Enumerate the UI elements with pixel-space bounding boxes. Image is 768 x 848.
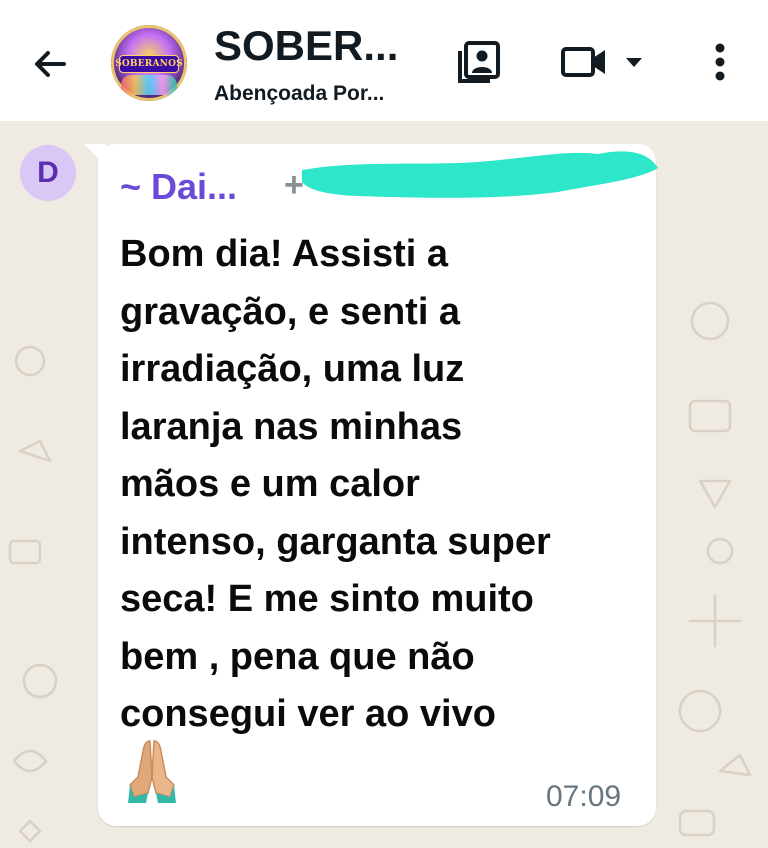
chat-header: SOBERANOS SOBER... Abençoada Por...: [0, 0, 768, 121]
folded-hands-icon: [128, 740, 176, 803]
video-call-button[interactable]: [556, 36, 652, 88]
more-options-button[interactable]: [698, 36, 742, 88]
sender-name[interactable]: ~ Dai...: [120, 166, 237, 208]
chat-title: SOBER...: [214, 22, 399, 69]
caret-down-icon: [626, 58, 642, 67]
message-line: seca! E me sinto muito: [120, 578, 534, 620]
message-line: bem , pena que não: [120, 635, 475, 678]
contact-card-icon: [458, 41, 500, 83]
arrow-left-icon: [35, 51, 66, 77]
message-line: irradiação, uma luz: [120, 348, 465, 390]
message-line: laranja nas minhas: [120, 405, 463, 448]
back-button[interactable]: [24, 38, 76, 90]
message-line: gravação, e senti a: [120, 290, 461, 333]
more-vert-icon: [715, 43, 725, 81]
message-line: Bom dia! Assisti a: [120, 233, 449, 275]
redaction-scribble: [302, 151, 658, 198]
avatar-figures: [121, 75, 177, 95]
chat-title-area[interactable]: SOBER... Abençoada Por...: [214, 22, 424, 112]
message-time: 07:09: [546, 780, 622, 813]
avatar-logo-text: SOBERANOS: [115, 55, 183, 73]
message-line: consegui ver ao vivo: [120, 693, 496, 735]
message-line: intenso, garganta super: [120, 520, 551, 563]
contact-card-button[interactable]: [453, 36, 505, 88]
message-text: Bom dia! Assisti a gravação, e senti a i…: [120, 226, 650, 744]
chat-subtitle: Abençoada Por...: [214, 82, 385, 105]
message-line: mãos e um calor: [120, 463, 420, 505]
group-avatar[interactable]: SOBERANOS: [111, 25, 187, 101]
video-camera-icon: [561, 47, 605, 77]
sender-avatar[interactable]: D: [20, 145, 76, 201]
